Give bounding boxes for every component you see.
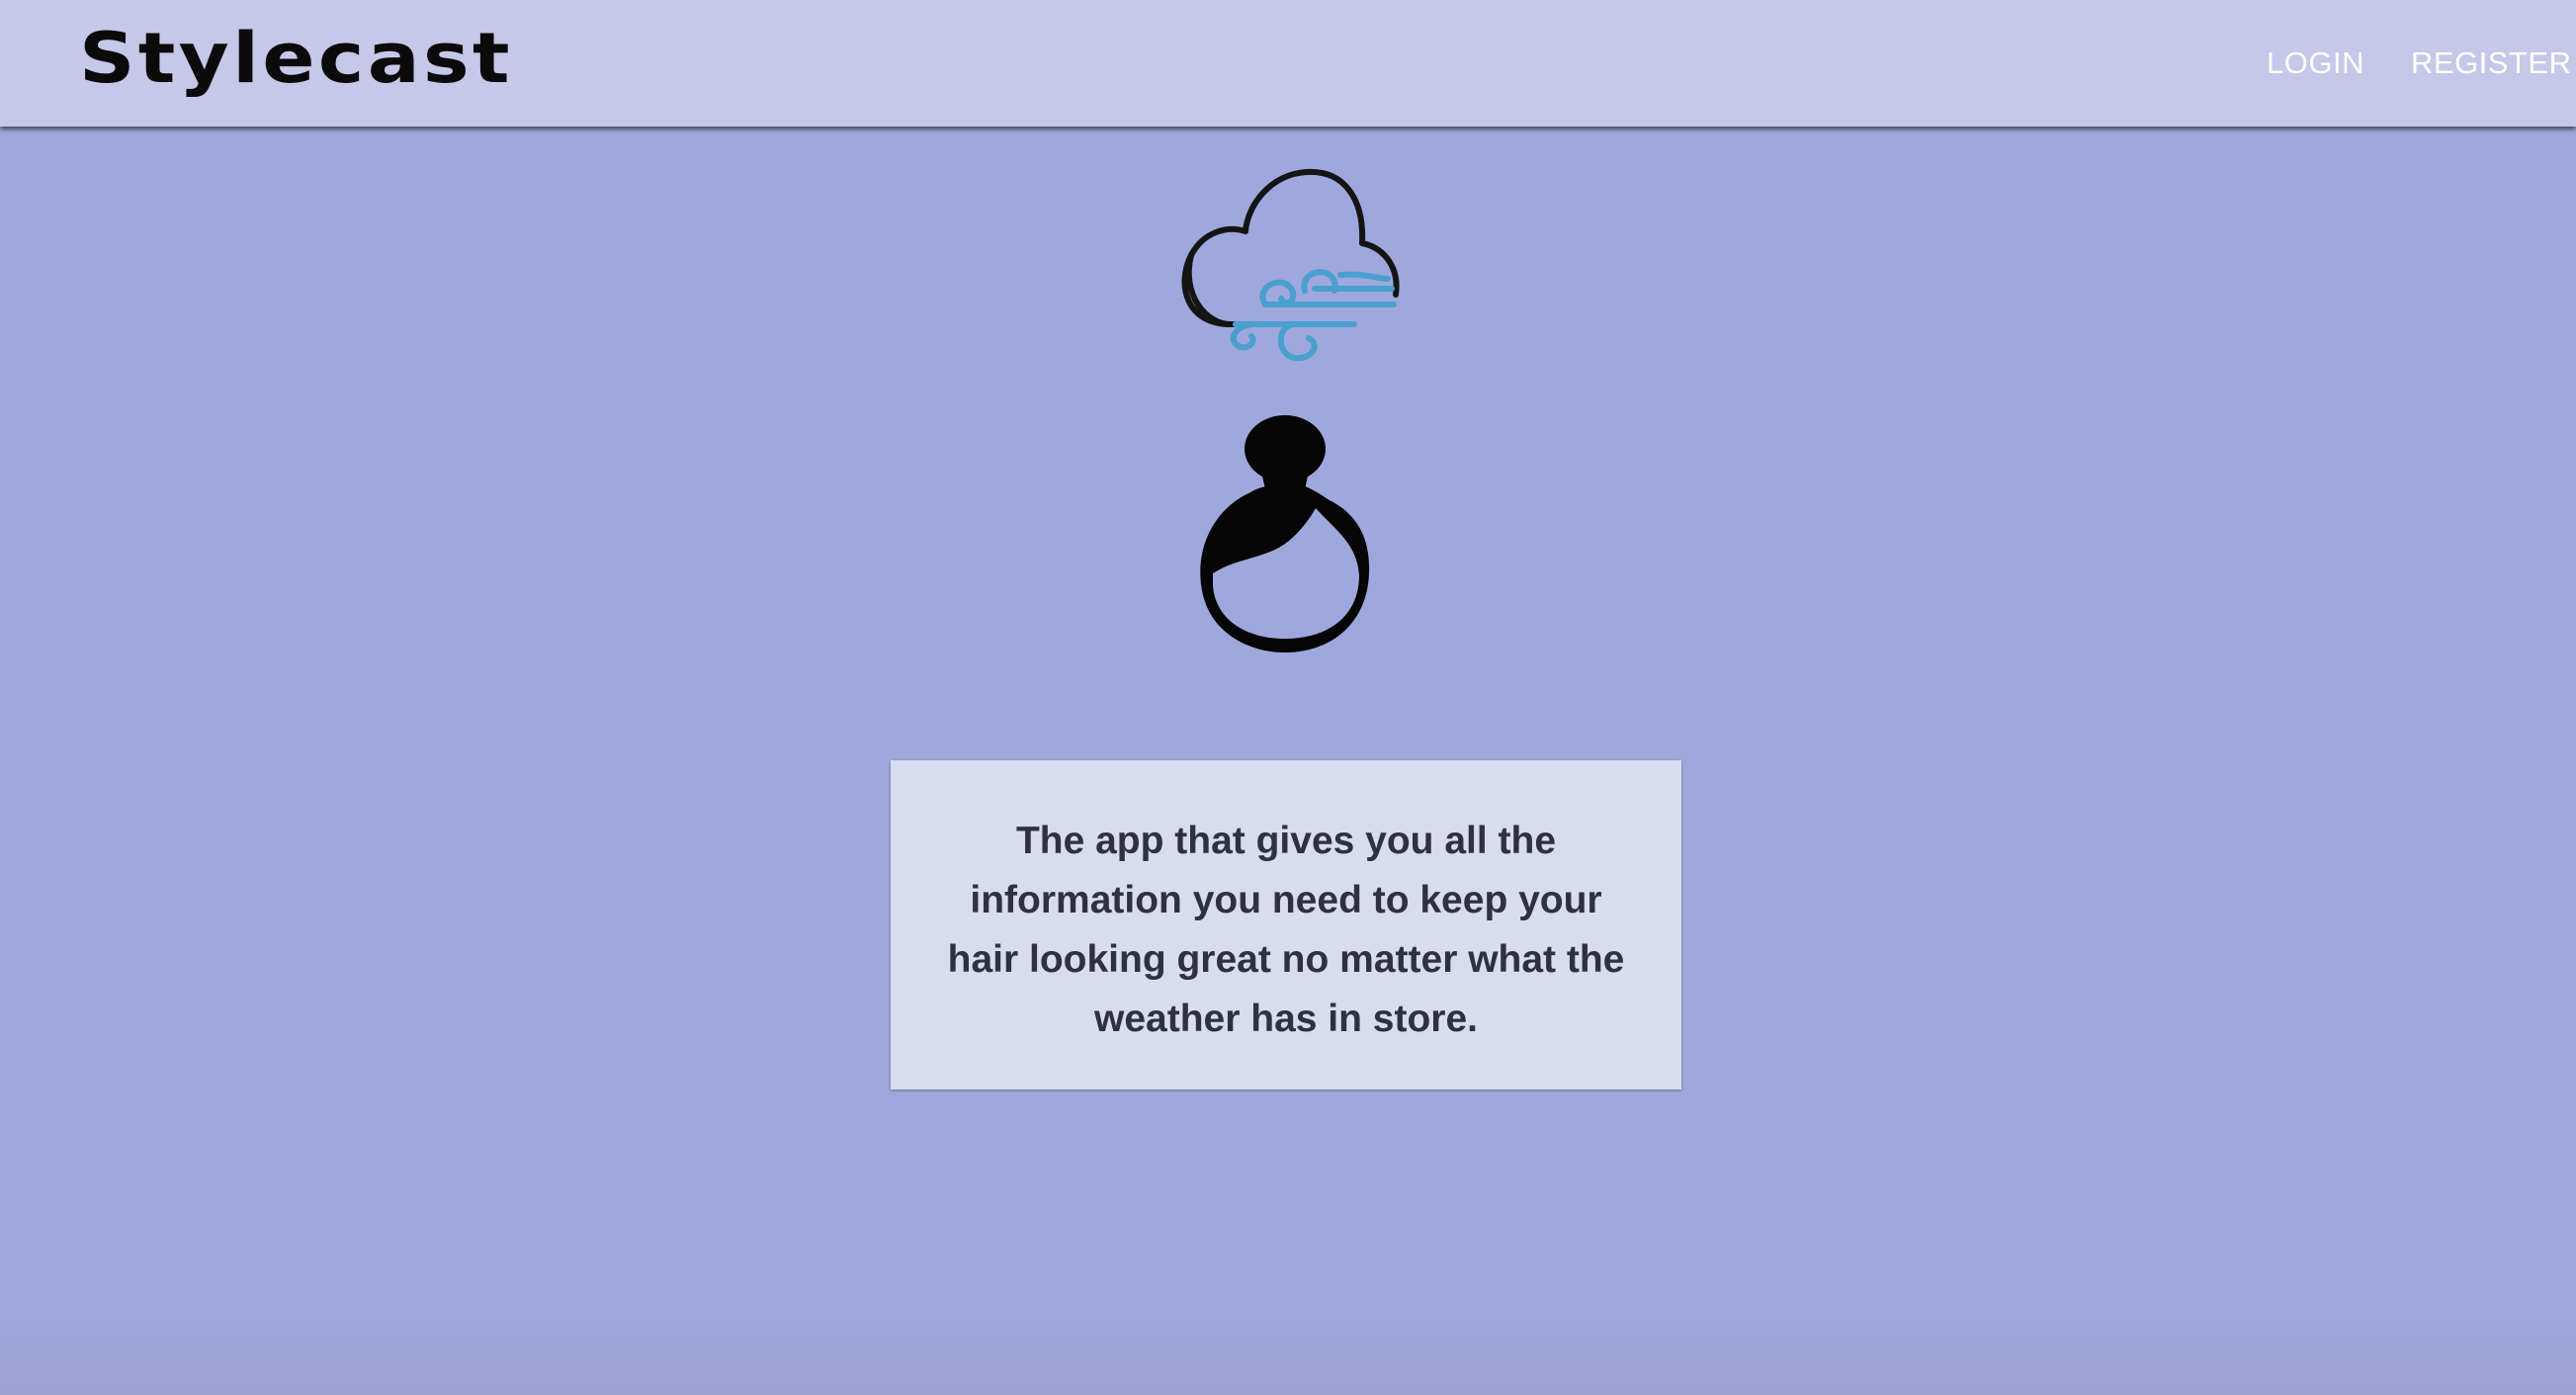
app-description: The app that gives you all the informati… <box>947 820 1625 1040</box>
app-bar: Stylecast LOGIN REGISTER <box>0 0 2576 127</box>
brand-logo[interactable]: Stylecast <box>79 18 513 99</box>
description-card: The app that gives you all the informati… <box>891 760 1681 1090</box>
register-link[interactable]: REGISTER <box>2411 45 2571 81</box>
login-link[interactable]: LOGIN <box>2267 45 2364 81</box>
hair-bun-icon <box>1200 415 1370 653</box>
cloud-wind-icon <box>1181 168 1400 362</box>
